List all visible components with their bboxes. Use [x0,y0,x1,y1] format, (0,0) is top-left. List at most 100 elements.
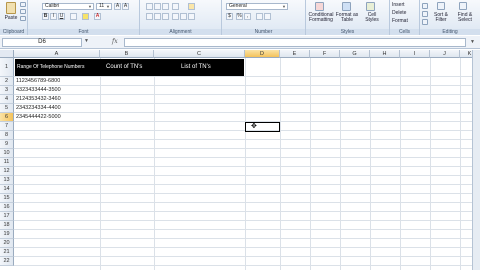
column-header-d[interactable]: D [245,50,280,58]
row-header-12[interactable]: 12 [0,167,14,176]
paste-button[interactable]: Paste [2,16,20,21]
number-format-select[interactable]: General ▼ [226,3,288,10]
grow-font-button[interactable]: A [114,3,121,10]
paste-icon[interactable] [6,2,16,14]
decrease-decimal-icon[interactable] [264,13,271,20]
vertical-scrollbar[interactable] [472,50,480,270]
row-header-6[interactable]: 6 [0,113,14,122]
font-color-button[interactable]: A [94,13,101,20]
column-header-e[interactable]: E [280,50,310,58]
column-header-f[interactable]: F [310,50,340,58]
decrease-indent-icon[interactable] [172,13,179,20]
cell-a4[interactable]: 2124353432-3460 [16,95,61,104]
sort-filter-button[interactable]: Sort & Filter [431,13,451,23]
cell-styles-button[interactable]: Cell Styles [361,13,383,23]
chevron-down-icon[interactable]: ▼ [84,38,89,44]
column-header-c[interactable]: C [154,50,245,58]
cell-a3[interactable]: 4323433444-3500 [16,86,61,95]
column-header-j[interactable]: J [430,50,460,58]
column-header-h[interactable]: H [370,50,400,58]
find-select-button[interactable]: Find & Select [453,13,477,23]
format-button[interactable]: Format [392,19,418,24]
cell-c1[interactable]: List of TN's [181,59,211,76]
orientation-icon[interactable] [172,3,179,10]
row-header-10[interactable]: 10 [0,149,14,158]
column-header-b[interactable]: B [100,50,154,58]
row-header-20[interactable]: 20 [0,239,14,248]
row-header-22[interactable]: 22 [0,257,14,266]
grid-line [14,184,480,185]
conditional-formatting-icon [315,2,324,11]
font-size-select[interactable]: 11 ▼ [96,3,112,10]
delete-button[interactable]: Delete [392,11,418,16]
column-header-i[interactable]: I [400,50,430,58]
insert-function-button[interactable]: fx [112,38,118,45]
conditional-formatting-button[interactable]: Conditional Formatting [307,13,335,23]
borders-button[interactable] [70,13,77,20]
row-header-7[interactable]: 7 [0,122,14,131]
grid-line [14,94,480,95]
comma-button[interactable]: , [244,13,251,20]
column-header-a[interactable]: A [14,50,100,58]
cell-a5[interactable]: 2343234334-4400 [16,104,61,113]
align-bottom-icon[interactable] [162,3,169,10]
align-middle-icon[interactable] [154,3,161,10]
merge-center-icon[interactable] [188,13,195,20]
align-top-icon[interactable] [146,3,153,10]
chevron-down-icon: ▼ [282,4,286,9]
select-all-corner[interactable] [0,50,14,58]
align-left-icon[interactable] [146,13,153,20]
align-center-icon[interactable] [154,13,161,20]
row-header-2[interactable]: 2 [0,77,14,86]
autosum-icon[interactable] [422,3,428,9]
row-header-17[interactable]: 17 [0,212,14,221]
shrink-font-button[interactable]: A [122,3,129,10]
currency-button[interactable]: $ [226,13,233,20]
cell-a2[interactable]: 1123456789-6800 [16,77,60,86]
cell-a1[interactable]: Range Of Telephone Numbers [17,59,84,76]
copy-icon[interactable] [20,9,26,14]
percent-button[interactable]: % [236,13,243,20]
font-name-select[interactable]: Calibri ▼ [42,3,94,10]
alignment-group-label: Alignment [140,29,221,35]
cell-a6[interactable]: 2345444422-5000 [16,113,61,122]
column-header-g[interactable]: G [340,50,370,58]
cell-b1[interactable]: Count of TN's [106,59,142,76]
increase-decimal-icon[interactable] [256,13,263,20]
row-header-21[interactable]: 21 [0,248,14,257]
row-header-16[interactable]: 16 [0,203,14,212]
expand-formula-bar-icon[interactable]: ▼ [470,39,475,45]
insert-button[interactable]: Insert [392,3,418,8]
row-header-14[interactable]: 14 [0,185,14,194]
increase-indent-icon[interactable] [180,13,187,20]
clear-icon[interactable] [422,19,428,25]
formula-input[interactable] [124,38,466,47]
row-header-8[interactable]: 8 [0,131,14,140]
format-as-table-button[interactable]: Format as Table [335,13,359,23]
row-header-18[interactable]: 18 [0,221,14,230]
bold-button[interactable]: B [42,13,49,20]
fill-color-button[interactable] [82,13,89,20]
format-painter-icon[interactable] [20,16,26,21]
row-header-9[interactable]: 9 [0,140,14,149]
chevron-down-icon: ▼ [88,4,92,9]
grid-line [14,238,480,239]
row-header-4[interactable]: 4 [0,95,14,104]
name-box[interactable]: D6 [2,38,82,47]
number-group: General ▼ $ % , Number [222,0,306,35]
grid-line [14,211,480,212]
row-header-19[interactable]: 19 [0,230,14,239]
worksheet-grid[interactable]: A B C D E F G H I J K 1 2 3 4 5 6 7 8 9 … [0,50,480,270]
align-right-icon[interactable] [162,13,169,20]
row-header-11[interactable]: 11 [0,158,14,167]
row-header-15[interactable]: 15 [0,194,14,203]
fill-icon[interactable] [422,11,428,17]
cut-icon[interactable] [20,2,26,7]
wrap-text-icon[interactable] [188,3,195,10]
row-header-1[interactable]: 1 [0,58,14,77]
underline-button[interactable]: U [58,13,65,20]
row-header-5[interactable]: 5 [0,104,14,113]
row-header-3[interactable]: 3 [0,86,14,95]
italic-button[interactable]: I [50,13,57,20]
row-header-13[interactable]: 13 [0,176,14,185]
